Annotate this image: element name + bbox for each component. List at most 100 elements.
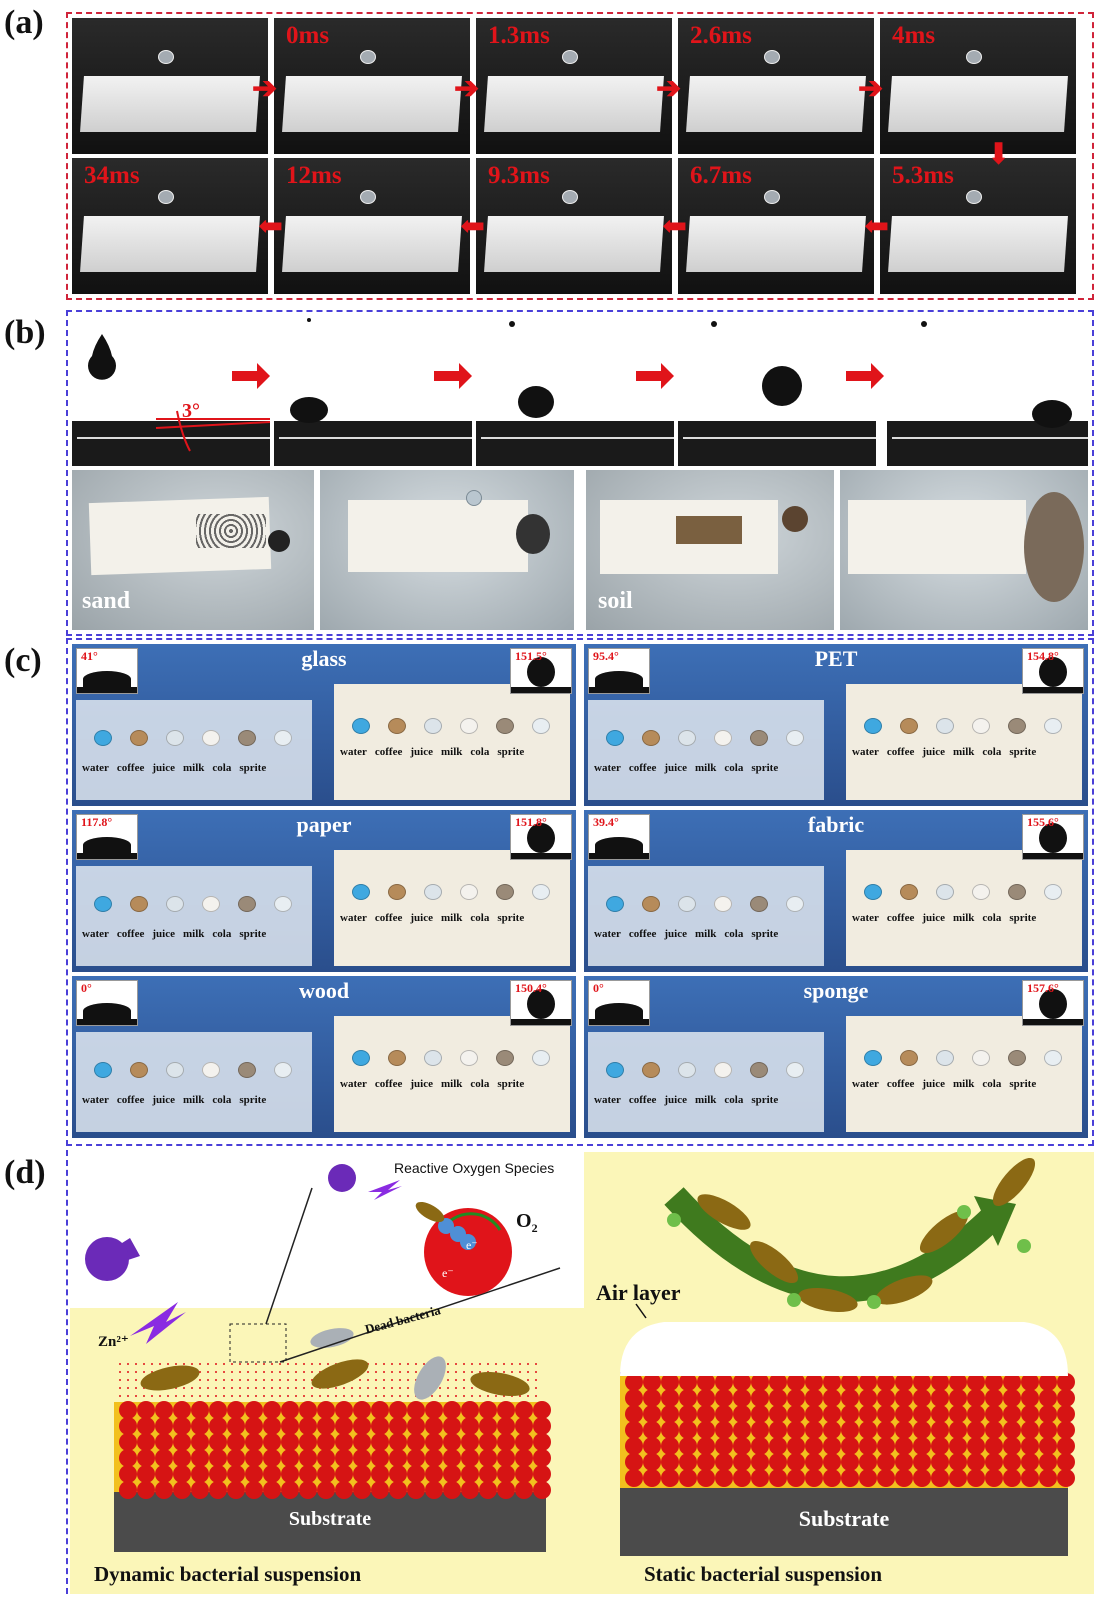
contact-angle-inset: 41° — [76, 648, 138, 694]
time-label: 9.3ms — [488, 162, 550, 189]
liquid-label: sprite — [497, 1078, 525, 1090]
liquid-labels: water coffee juice milk cola sprite — [852, 1078, 1036, 1090]
liquid-label: juice — [410, 912, 433, 924]
liquid-label: milk — [694, 762, 717, 774]
liquid-label: cola — [982, 746, 1002, 758]
untreated-substrate: water coffee juice milk cola sprite — [76, 866, 312, 966]
coated-slab — [80, 216, 260, 272]
liquid-droplet — [238, 896, 256, 912]
material-name: PET — [814, 646, 858, 671]
tilt-angle-label: 3° — [182, 400, 200, 422]
liquid-droplet — [238, 1062, 256, 1078]
soil-label: soil — [598, 588, 633, 614]
liquid-droplet — [424, 718, 442, 734]
liquid-droplet — [388, 884, 406, 900]
liquid-droplet — [532, 718, 550, 734]
coated-substrate: water coffee juice milk cola sprite — [846, 850, 1082, 966]
liquid-label: coffee — [374, 912, 403, 924]
liquid-droplet — [274, 896, 292, 912]
contact-angle-inset: 157.6° — [1022, 980, 1084, 1026]
high-speed-frame — [72, 18, 268, 154]
contact-angle-droplet — [595, 671, 643, 687]
liquid-droplet — [352, 1050, 370, 1066]
liquid-label: milk — [182, 1094, 205, 1106]
liquid-droplet — [1044, 884, 1062, 900]
liquid-label: water — [82, 1094, 109, 1106]
liquid-droplet — [166, 1062, 184, 1078]
liquid-label: sprite — [751, 762, 779, 774]
contact-angle-inset: 117.8° — [76, 814, 138, 860]
liquid-label: sprite — [1009, 746, 1037, 758]
liquid-droplet — [606, 896, 624, 912]
liquid-label: juice — [410, 746, 433, 758]
time-label: 2.6ms — [690, 22, 752, 49]
coated-slab — [686, 76, 866, 132]
liquid-labels: water coffee juice milk cola sprite — [852, 912, 1036, 924]
schematic-static: Air layer Substrate Static bacterial sus… — [584, 1152, 1094, 1594]
material-panel-pet: water coffee juice milk cola sprite water coffe… — [584, 644, 1088, 806]
liquid-droplet — [714, 730, 732, 746]
panel-label-c: (c) — [4, 642, 42, 679]
liquid-labels: water coffee juice milk cola sprite — [340, 912, 524, 924]
liquid-labels: water coffee juice milk cola sprite — [82, 1094, 266, 1106]
liquid-label: milk — [440, 746, 463, 758]
liquid-droplet — [900, 718, 918, 734]
liquid-label: water — [340, 912, 367, 924]
liquid-droplet — [130, 1062, 148, 1078]
high-speed-frame: 0ms — [274, 18, 470, 154]
time-label: 12ms — [286, 162, 342, 189]
sequence-arrow-icon: ⬇ — [986, 138, 1012, 171]
liquid-label: milk — [440, 912, 463, 924]
sequence-arrow-icon: ⬅ — [460, 210, 486, 243]
time-label: 4ms — [892, 22, 936, 49]
high-speed-frame: 4ms — [880, 18, 1076, 154]
coated-substrate: water coffee juice milk cola sprite — [334, 1016, 570, 1132]
liquid-label: water — [594, 762, 621, 774]
liquid-droplet — [786, 1062, 804, 1078]
liquid-droplet — [900, 1050, 918, 1066]
droplet — [158, 190, 174, 204]
liquid-label: coffee — [886, 912, 915, 924]
contact-angle-inset: 39.4° — [588, 814, 650, 860]
liquid-label: water — [340, 1078, 367, 1090]
liquid-droplet — [714, 896, 732, 912]
material-panel-wood: water coffee juice milk cola sprite water coffe… — [72, 976, 576, 1138]
liquid-labels: water coffee juice milk cola sprite — [594, 1094, 778, 1106]
liquid-droplet — [1008, 884, 1026, 900]
material-panel-sponge: water coffee juice milk cola sprite water coffe… — [584, 976, 1088, 1138]
liquid-labels: water coffee juice milk cola sprite — [594, 928, 778, 940]
liquid-droplet — [274, 730, 292, 746]
liquid-label: water — [82, 928, 109, 940]
liquid-droplet — [532, 884, 550, 900]
liquid-droplet — [130, 896, 148, 912]
liquid-label: sprite — [239, 928, 267, 940]
liquid-droplet — [642, 1062, 660, 1078]
liquid-droplet — [202, 1062, 220, 1078]
liquid-droplet — [750, 1062, 768, 1078]
liquid-labels: water coffee juice milk cola sprite — [340, 746, 524, 758]
coated-slab — [484, 216, 664, 272]
liquid-labels: water coffee juice milk cola sprite — [594, 762, 778, 774]
untreated-substrate: water coffee juice milk cola sprite — [588, 1032, 824, 1132]
liquid-label: coffee — [628, 928, 657, 940]
liquid-label: milk — [440, 1078, 463, 1090]
material-name: wood — [298, 978, 350, 1003]
liquid-label: coffee — [374, 1078, 403, 1090]
contact-angle-droplet — [83, 1003, 131, 1019]
liquid-label: sprite — [239, 762, 267, 774]
liquid-droplet — [678, 730, 696, 746]
liquid-droplet — [1044, 718, 1062, 734]
o2-label: O2 — [516, 1210, 538, 1236]
liquid-droplet — [936, 718, 954, 734]
liquid-label: milk — [182, 762, 205, 774]
liquid-droplet — [352, 718, 370, 734]
liquid-droplet — [714, 1062, 732, 1078]
contact-angle-inset: 150.4° — [510, 980, 572, 1026]
sequence-arrow-icon: ➔ — [252, 72, 278, 105]
panel-label-b: (b) — [4, 314, 46, 351]
coated-slab — [484, 76, 664, 132]
liquid-droplet — [1044, 1050, 1062, 1066]
high-speed-frame: 34ms — [72, 158, 268, 294]
contact-angle-value: 95.4° — [593, 649, 619, 663]
contact-angle-inset: 95.4° — [588, 648, 650, 694]
